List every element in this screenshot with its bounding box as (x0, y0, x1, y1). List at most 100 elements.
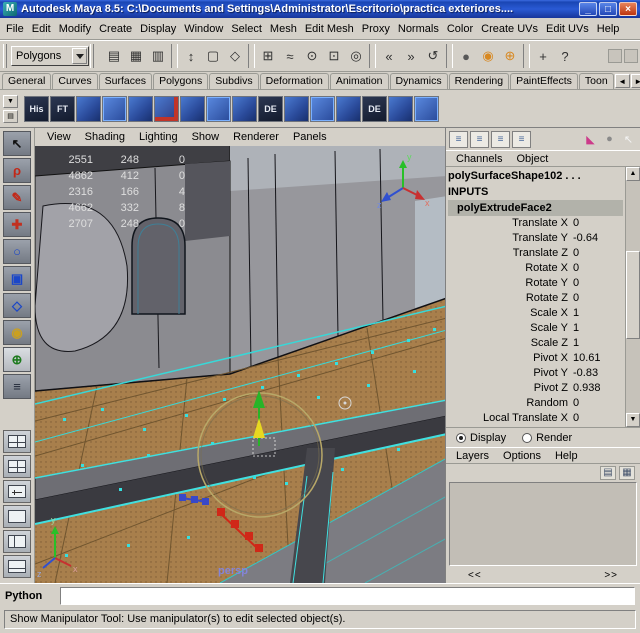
menubar-item-10[interactable]: Normals (394, 21, 443, 37)
selected-input-node[interactable]: polyExtrudeFace2 (448, 200, 623, 216)
shelf-prev-icon[interactable]: ◄ (614, 74, 630, 88)
shelf-tab-8[interactable]: Rendering (448, 73, 510, 89)
render-radio[interactable]: Render (522, 432, 572, 444)
save-scene-icon[interactable]: ▥ (147, 45, 169, 67)
channel-attr-value[interactable]: 1 (573, 321, 625, 336)
menubar-item-13[interactable]: Edit UVs (542, 21, 593, 37)
shelf-tab-10[interactable]: Toon (578, 73, 614, 89)
menubar-item-1[interactable]: Edit (28, 21, 55, 37)
snap-to-grid-icon[interactable]: ⊞ (257, 45, 279, 67)
menubar-item-6[interactable]: Select (227, 21, 266, 37)
grid-layout-button[interactable] (3, 455, 31, 478)
last-tool[interactable]: ≡ (3, 374, 31, 399)
shelf-icon-11[interactable] (310, 95, 335, 122)
menubar-item-3[interactable]: Create (95, 21, 136, 37)
shelf-tab-5[interactable]: Deformation (259, 73, 329, 89)
layout-preset-icon-4[interactable]: ≡ (512, 130, 531, 148)
close-button[interactable]: × (619, 2, 637, 16)
select-by-object-icon[interactable]: ▢ (202, 45, 224, 67)
channel-attr-value[interactable]: 10.61 (573, 351, 625, 366)
shelf-tab-2[interactable]: Surfaces (98, 73, 153, 89)
scroll-up-icon[interactable]: ▲ (626, 167, 640, 181)
pager-next-button[interactable]: >> (604, 570, 618, 581)
menubar-item-11[interactable]: Color (443, 21, 477, 37)
shelf-icon-1[interactable]: FT (50, 95, 75, 122)
display-radio[interactable]: Display (456, 432, 506, 444)
toolbar-extra-button-2[interactable] (624, 49, 638, 63)
channel-box-menu-item-1[interactable]: Object (510, 153, 554, 165)
channel-attr-value[interactable]: 1 (573, 336, 625, 351)
layer-menu-item-0[interactable]: Layers (450, 450, 495, 462)
channel-attr-value[interactable]: 0 (573, 276, 625, 291)
shape-node-name[interactable]: polySurfaceShape102 . . . (448, 168, 625, 184)
toolbar-grip[interactable] (90, 44, 94, 68)
separator[interactable] (523, 44, 530, 68)
viewport-canvas[interactable]: y x z y z x persp 2551 248 0 4862 412 0 … (35, 146, 445, 583)
expand-collapse-layout-button[interactable] (3, 480, 31, 503)
shelf-icon-7[interactable] (206, 95, 231, 122)
shelf-tab-1[interactable]: Curves (52, 73, 98, 89)
scroll-down-icon[interactable]: ▼ (626, 413, 640, 427)
channel-attr-value[interactable]: 0.938 (573, 381, 625, 396)
layout-preset-icon-1[interactable]: ≡ (449, 130, 468, 148)
scrollbar-track[interactable] (626, 181, 640, 413)
maximize-button[interactable]: □ (599, 2, 617, 16)
menubar-item-9[interactable]: Proxy (358, 21, 394, 37)
lasso-tool[interactable]: ρ (3, 158, 31, 183)
channel-attr-value[interactable]: -0.83 (573, 366, 625, 381)
sphere-icon[interactable]: ● (601, 131, 618, 148)
menubar-item-2[interactable]: Modify (55, 21, 95, 37)
menubar-item-14[interactable]: Help (593, 21, 624, 37)
ipr-render-icon[interactable]: ◉ (477, 45, 499, 67)
menubar-item-5[interactable]: Window (180, 21, 227, 37)
channel-attr-value[interactable]: 0 (573, 261, 625, 276)
layout-preset-icon-2[interactable]: ≡ (470, 130, 489, 148)
universal-manipulator-tool[interactable]: ◇ (3, 293, 31, 318)
viewport-menu-item-3[interactable]: Show (185, 131, 227, 143)
select-by-hierarchy-icon[interactable]: ↕ (180, 45, 202, 67)
layer-menu-item-1[interactable]: Options (497, 450, 547, 462)
input-connections-icon[interactable]: « (378, 45, 400, 67)
shelf-icon-0[interactable]: His (24, 95, 49, 122)
layers-list[interactable] (449, 482, 637, 566)
output-connections-icon[interactable]: » (400, 45, 422, 67)
open-scene-icon[interactable]: ▦ (125, 45, 147, 67)
shelf-icon-13[interactable]: DE (362, 95, 387, 122)
channel-box-menu-item-0[interactable]: Channels (450, 153, 508, 165)
shelf-icon-14[interactable] (388, 95, 413, 122)
shelf-icon-2[interactable] (76, 95, 101, 122)
toolbar-grip[interactable] (3, 44, 7, 68)
snap-to-point-icon[interactable]: ⊙ (301, 45, 323, 67)
shelf-tab-4[interactable]: Subdivs (209, 73, 259, 89)
shelf-icon-9[interactable]: DE (258, 95, 283, 122)
viewport-menu-item-1[interactable]: Shading (78, 131, 132, 143)
snap-to-curve-icon[interactable]: ≈ (279, 45, 301, 67)
viewport-menu-item-5[interactable]: Panels (286, 131, 334, 143)
layout-preset-icon-3[interactable]: ≡ (491, 130, 510, 148)
shelf-tab-9[interactable]: PaintEffects (510, 73, 578, 89)
show-manipulator-tool[interactable]: ⊕ (3, 347, 31, 372)
construction-history-icon[interactable]: ↺ (422, 45, 444, 67)
shelf-icon-12[interactable] (336, 95, 361, 122)
move-tool[interactable]: ✚ (3, 212, 31, 237)
scrollbar-thumb[interactable] (626, 250, 640, 339)
menu-set-selector[interactable]: Polygons (11, 46, 89, 66)
shelf-tab-menu-icon[interactable]: ▼ (3, 94, 18, 108)
magenta-wedge-icon[interactable]: ◣ (582, 131, 599, 148)
shelf-next-icon[interactable]: ► (630, 74, 640, 88)
chevron-down-icon[interactable] (72, 48, 87, 64)
toolbar-extra-button-1[interactable] (608, 49, 622, 63)
shelf-tab-3[interactable]: Polygons (153, 73, 209, 89)
cursor-icon[interactable]: ↖ (620, 131, 637, 148)
viewport-menu-item-2[interactable]: Lighting (132, 131, 185, 143)
channel-attr-value[interactable]: 0 (573, 216, 625, 231)
select-by-component-icon[interactable]: ◇ (224, 45, 246, 67)
render-settings-icon[interactable]: ⊕ (499, 45, 521, 67)
separator[interactable] (446, 44, 453, 68)
four-view-layout-button[interactable] (3, 430, 31, 453)
create-empty-layer-icon[interactable]: ▤ (600, 465, 616, 480)
help-icon[interactable]: ? (554, 45, 576, 67)
channel-attr-value[interactable]: 0 (573, 411, 625, 426)
shelf-icon-6[interactable] (180, 95, 205, 122)
menubar-item-12[interactable]: Create UVs (477, 21, 542, 37)
